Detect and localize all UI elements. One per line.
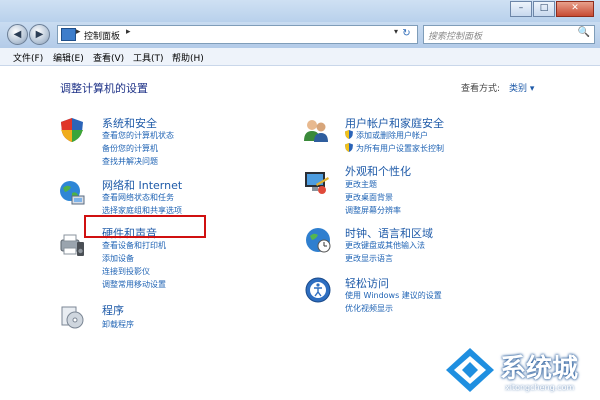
search-placeholder: 搜索控制面板	[428, 32, 483, 42]
minimize-button[interactable]: –	[510, 1, 532, 17]
menu-file[interactable]: 文件(F)	[13, 51, 43, 64]
link-network-status[interactable]: 查看网络状态和任务	[102, 192, 174, 203]
link-change-theme[interactable]: 更改主题	[345, 179, 377, 190]
programs-disk-icon[interactable]	[58, 303, 86, 331]
link-parental-controls[interactable]: 为所有用户设置家长控制	[356, 143, 444, 154]
breadcrumb-control-panel[interactable]: 控制面板	[84, 29, 120, 42]
close-button[interactable]: ✕	[556, 1, 594, 17]
search-input[interactable]: 搜索控制面板 🔍	[423, 25, 595, 44]
category-clock-language-region[interactable]: 时钟、语言和区域	[345, 225, 433, 241]
address-bar[interactable]: ▸ 控制面板 ▸ ▾	[57, 25, 418, 44]
link-devices-printers[interactable]: 查看设备和打印机	[102, 240, 166, 251]
network-globe-icon[interactable]	[58, 179, 86, 207]
menu-bar: 文件(F) 编辑(E) 查看(V) 工具(T) 帮助(H)	[0, 48, 600, 66]
watermark-url: xitongcheng.com	[505, 383, 575, 392]
breadcrumb-separator[interactable]: ▸	[76, 27, 81, 37]
navigation-bar: ◀ ▶ ▸ 控制面板 ▸ ▾ ↻ 搜索控制面板 🔍	[0, 22, 600, 48]
link-mobility-settings[interactable]: 调整常用移动设置	[102, 279, 166, 290]
forward-button[interactable]: ▶	[29, 24, 50, 45]
link-optimize-display[interactable]: 优化视频显示	[345, 303, 393, 314]
link-backup-computer[interactable]: 备份您的计算机	[102, 143, 158, 154]
maximize-button[interactable]: □	[533, 1, 555, 17]
category-appearance[interactable]: 外观和个性化	[345, 163, 411, 179]
watermark: 系统城 xitongcheng.com	[444, 340, 594, 396]
refresh-button[interactable]: ↻	[398, 25, 415, 42]
menu-help[interactable]: 帮助(H)	[172, 51, 204, 64]
link-display-language[interactable]: 更改显示语言	[345, 253, 393, 264]
link-view-computer-status[interactable]: 查看您的计算机状态	[102, 130, 174, 141]
search-icon[interactable]: 🔍	[578, 27, 590, 38]
menu-edit[interactable]: 编辑(E)	[53, 51, 84, 64]
ease-of-access-icon[interactable]	[304, 276, 332, 304]
link-connect-projector[interactable]: 连接到投影仪	[102, 266, 150, 277]
uac-shield-icon	[345, 143, 353, 152]
page-title: 调整计算机的设置	[60, 82, 148, 95]
breadcrumb-separator[interactable]: ▸	[126, 27, 131, 37]
link-change-keyboard[interactable]: 更改键盘或其他输入法	[345, 240, 425, 251]
watermark-logo-icon	[446, 348, 494, 392]
link-uninstall-program[interactable]: 卸载程序	[102, 319, 134, 330]
control-panel-icon	[61, 28, 76, 41]
watermark-text: 系统城	[500, 354, 579, 384]
link-desktop-background[interactable]: 更改桌面背景	[345, 192, 393, 203]
category-ease-of-access[interactable]: 轻松访问	[345, 275, 389, 291]
link-add-device[interactable]: 添加设备	[102, 253, 134, 264]
display-palette-icon[interactable]	[302, 168, 330, 196]
window-controls: – □ ✕	[509, 1, 594, 17]
title-bar: – □ ✕	[0, 0, 600, 22]
menu-tools[interactable]: 工具(T)	[133, 51, 164, 64]
view-by-label: 查看方式:	[461, 84, 501, 94]
back-button[interactable]: ◀	[7, 24, 28, 45]
category-system-security[interactable]: 系统和安全	[102, 115, 157, 131]
link-troubleshoot[interactable]: 查找并解决问题	[102, 156, 158, 167]
uac-shield-icon	[345, 130, 353, 139]
printer-speaker-icon[interactable]	[58, 230, 86, 258]
link-screen-resolution[interactable]: 调整屏幕分辨率	[345, 205, 401, 216]
category-network-internet[interactable]: 网络和 Internet	[102, 177, 182, 193]
clock-globe-icon[interactable]	[304, 226, 332, 254]
category-programs[interactable]: 程序	[102, 302, 124, 318]
highlight-box	[84, 215, 206, 238]
users-icon[interactable]	[302, 116, 330, 144]
view-by-dropdown[interactable]: 类别 ▾	[509, 81, 534, 94]
link-add-remove-accounts[interactable]: 添加或删除用户帐户	[356, 130, 428, 141]
link-recommended-settings[interactable]: 使用 Windows 建议的设置	[345, 290, 442, 301]
security-shield-icon[interactable]	[58, 116, 86, 144]
category-user-accounts[interactable]: 用户帐户和家庭安全	[345, 115, 444, 131]
menu-view[interactable]: 查看(V)	[93, 51, 124, 64]
